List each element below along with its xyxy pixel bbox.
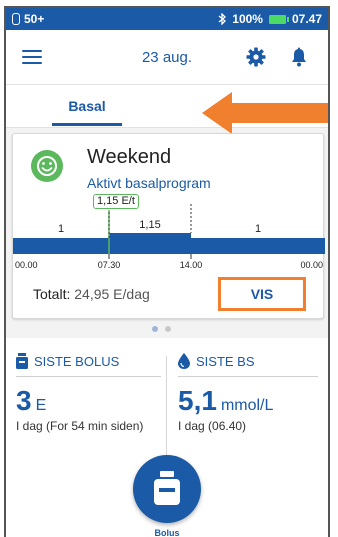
insulin-vial-icon bbox=[16, 353, 28, 369]
bolus-button[interactable] bbox=[133, 455, 201, 523]
time-tick: 07.30 bbox=[98, 260, 121, 270]
status-bar: 50+ 100% 07.47 bbox=[6, 8, 328, 30]
tab-basal-underline bbox=[52, 123, 122, 126]
battery-icon bbox=[268, 14, 289, 24]
time-tick: 00.00 bbox=[300, 260, 323, 270]
header-date: 23 aug. bbox=[141, 49, 193, 66]
insulin-vial-icon bbox=[154, 471, 180, 505]
basal-program-card: Weekend Aktivt basalprogram 1 1,15 1 00.… bbox=[12, 133, 325, 319]
page-dot-active bbox=[152, 326, 158, 332]
column-divider bbox=[166, 356, 167, 456]
last-bolus-title: SISTE BOLUS bbox=[34, 353, 120, 369]
smiley-icon bbox=[31, 150, 63, 182]
last-bolus-section: SISTE BOLUS 3E I dag (For 54 min siden) bbox=[16, 352, 161, 433]
last-bg-unit: mmol/L bbox=[220, 397, 274, 414]
gear-icon[interactable] bbox=[246, 47, 266, 67]
last-bolus-value: 3 bbox=[16, 385, 32, 416]
program-name: Weekend bbox=[87, 146, 172, 168]
time-tick: 14.00 bbox=[180, 260, 203, 270]
daily-total: Totalt: 24,95 E/dag bbox=[33, 286, 150, 302]
basal-rate-chart: 1 1,15 1 00.00 07.30 14.00 00.00 bbox=[13, 204, 325, 270]
segment-label: 1 bbox=[58, 223, 64, 235]
page-indicator bbox=[152, 326, 171, 332]
blood-drop-icon bbox=[178, 353, 190, 369]
segment-bar-1 bbox=[13, 238, 109, 254]
bluetooth-icon bbox=[218, 13, 227, 25]
daily-total-label: Totalt: bbox=[33, 286, 71, 302]
segment-label: 1 bbox=[255, 223, 261, 235]
last-bolus-detail: I dag (For 54 min siden) bbox=[16, 419, 144, 433]
time-tick: 00.00 bbox=[15, 260, 38, 270]
tab-basal[interactable]: Basal bbox=[52, 98, 122, 114]
summary-panel: SISTE BOLUS 3E I dag (For 54 min siden) … bbox=[6, 338, 328, 537]
annotation-arrow-icon bbox=[202, 92, 328, 134]
bell-icon[interactable] bbox=[290, 47, 308, 67]
battery-percent: 100% bbox=[232, 12, 263, 26]
phone-screen: 50+ 100% 07.47 23 aug. Basal Weekend Akt… bbox=[4, 6, 330, 537]
page-dot bbox=[165, 326, 171, 332]
last-bg-section: SISTE BS 5,1 mmol/L I dag (06.40) bbox=[178, 352, 318, 433]
status-time: 07.47 bbox=[291, 12, 322, 26]
current-rate-chip: 1,15 E/t bbox=[93, 194, 139, 209]
app-header: 23 aug. bbox=[6, 30, 328, 84]
segment-label: 1,15 bbox=[139, 219, 160, 231]
bolus-button-label: Bolus bbox=[154, 528, 180, 537]
last-bg-value: 5,1 bbox=[178, 385, 217, 416]
program-status: Aktivt basalprogram bbox=[87, 175, 211, 191]
last-bg-title: SISTE BS bbox=[196, 353, 255, 369]
last-bolus-unit: E bbox=[35, 397, 47, 414]
daily-total-value: 24,95 E/dag bbox=[74, 286, 150, 302]
status-left-text: 50+ bbox=[24, 12, 45, 26]
view-button[interactable]: VIS bbox=[218, 277, 306, 311]
segment-bar-3 bbox=[191, 238, 325, 254]
phone-icon bbox=[12, 13, 20, 25]
segment-bar-2 bbox=[109, 233, 191, 254]
last-bg-detail: I dag (06.40) bbox=[178, 419, 247, 433]
